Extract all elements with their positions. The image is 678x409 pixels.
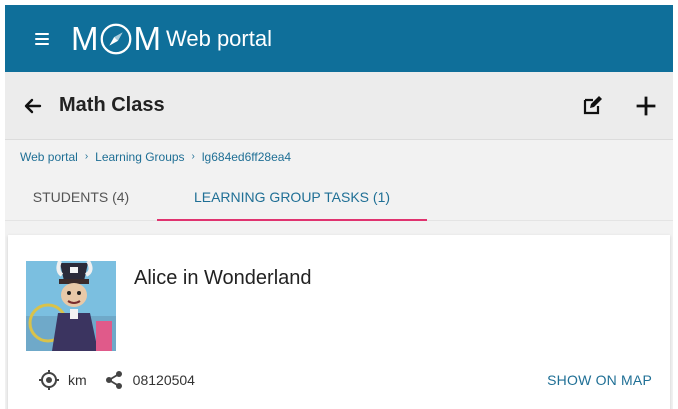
task-card[interactable]: Alice in Wonderland km 08120504 SHOW ON … — [8, 235, 670, 409]
tab-bar: STUDENTS (4) LEARNING GROUP TASKS (1) — [5, 173, 673, 221]
breadcrumb: Web portal › Learning Groups › lg684ed6f… — [5, 140, 673, 173]
arrow-left-icon — [24, 98, 42, 113]
logo-letter-left: M — [71, 20, 98, 57]
share-icon[interactable] — [103, 369, 125, 391]
tab-learning-group-tasks[interactable]: LEARNING GROUP TASKS (1) — [157, 173, 427, 221]
show-on-map-button[interactable]: SHOW ON MAP — [547, 372, 652, 388]
logo-letter-right: M — [133, 20, 161, 57]
plus-icon — [636, 96, 656, 115]
task-title: Alice in Wonderland — [134, 267, 312, 289]
breadcrumb-web-portal[interactable]: Web portal — [20, 150, 78, 164]
page-toolbar: Math Class — [5, 72, 673, 140]
menu-icon[interactable] — [35, 32, 49, 45]
breadcrumb-separator: › — [84, 151, 89, 162]
breadcrumb-separator: › — [191, 151, 195, 162]
back-button[interactable] — [23, 96, 43, 116]
app-frame: M M Web portal Math Class Web portal › L… — [5, 5, 673, 409]
app-name: Web portal — [166, 25, 272, 51]
page-title: Math Class — [59, 94, 165, 116]
app-bar: M M Web portal — [5, 5, 673, 72]
breadcrumb-learning-groups[interactable]: Learning Groups — [95, 150, 184, 164]
task-footer: km 08120504 SHOW ON MAP — [38, 367, 652, 393]
task-code: 08120504 — [132, 372, 195, 388]
app-logo: M M — [71, 20, 161, 58]
tab-students[interactable]: STUDENTS (4) — [5, 173, 157, 220]
task-thumbnail — [26, 261, 116, 351]
edit-button[interactable] — [579, 93, 605, 119]
breadcrumb-current-group[interactable]: lg684ed6ff28ea4 — [202, 150, 291, 164]
edit-icon — [583, 95, 602, 114]
distance-unit: km — [68, 372, 87, 388]
crosshair-location-icon — [38, 369, 60, 391]
compass-logo-icon — [100, 23, 131, 54]
add-button[interactable] — [633, 93, 659, 119]
